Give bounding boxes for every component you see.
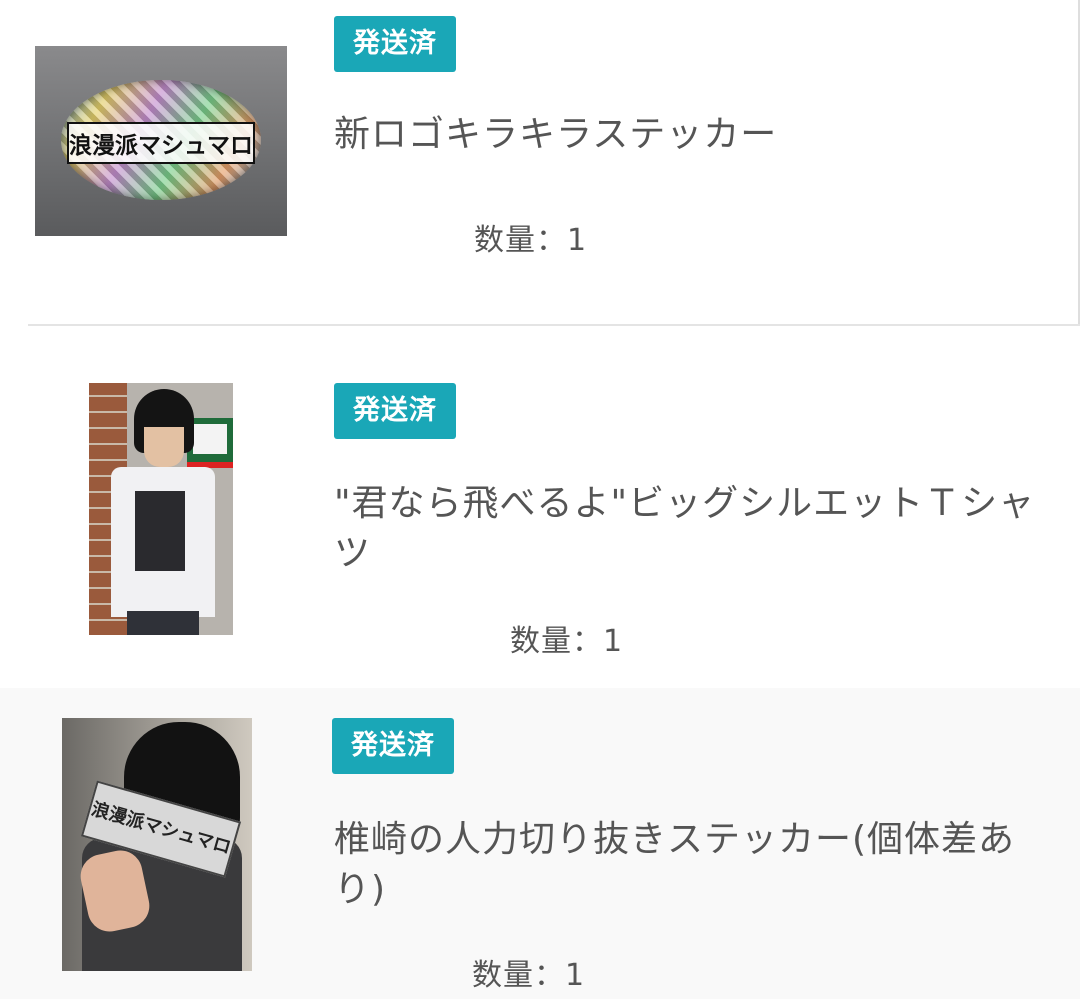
status-badge: 発送済 <box>334 383 456 439</box>
order-item: 発送済 "君なら飛べるよ"ビッグシルエットＴシャツ 数量：1 <box>0 326 1080 688</box>
sticker-logo-text: 浪漫派マシュマロ <box>67 122 255 164</box>
person-legs-graphic <box>127 611 199 635</box>
product-title[interactable]: "君なら飛べるよ"ビッグシルエットＴシャツ <box>334 479 1046 579</box>
hologram-sticker-image: 浪漫派マシュマロ <box>61 80 261 200</box>
person-face-graphic <box>144 427 184 467</box>
quantity-label: 数量：1 <box>474 223 588 258</box>
product-title[interactable]: 新ロゴキラキラステッカー <box>334 110 1034 160</box>
product-thumbnail[interactable] <box>89 383 233 635</box>
order-item: 浪漫派マシュマロ 発送済 椎崎の人力切り抜きステッカー(個体差あり) 数量：1 <box>0 688 1080 999</box>
tshirt-print-graphic <box>135 491 185 571</box>
product-thumbnail[interactable]: 浪漫派マシュマロ <box>35 46 287 236</box>
quantity-label: 数量：1 <box>472 958 586 993</box>
product-title[interactable]: 椎崎の人力切り抜きステッカー(個体差あり) <box>334 815 1046 915</box>
quantity-label: 数量：1 <box>510 624 624 659</box>
status-badge: 発送済 <box>334 16 456 72</box>
order-item: 浪漫派マシュマロ 発送済 新ロゴキラキラステッカー 数量：1 <box>0 0 1080 325</box>
product-thumbnail[interactable]: 浪漫派マシュマロ <box>62 718 252 971</box>
status-badge: 発送済 <box>332 718 454 774</box>
